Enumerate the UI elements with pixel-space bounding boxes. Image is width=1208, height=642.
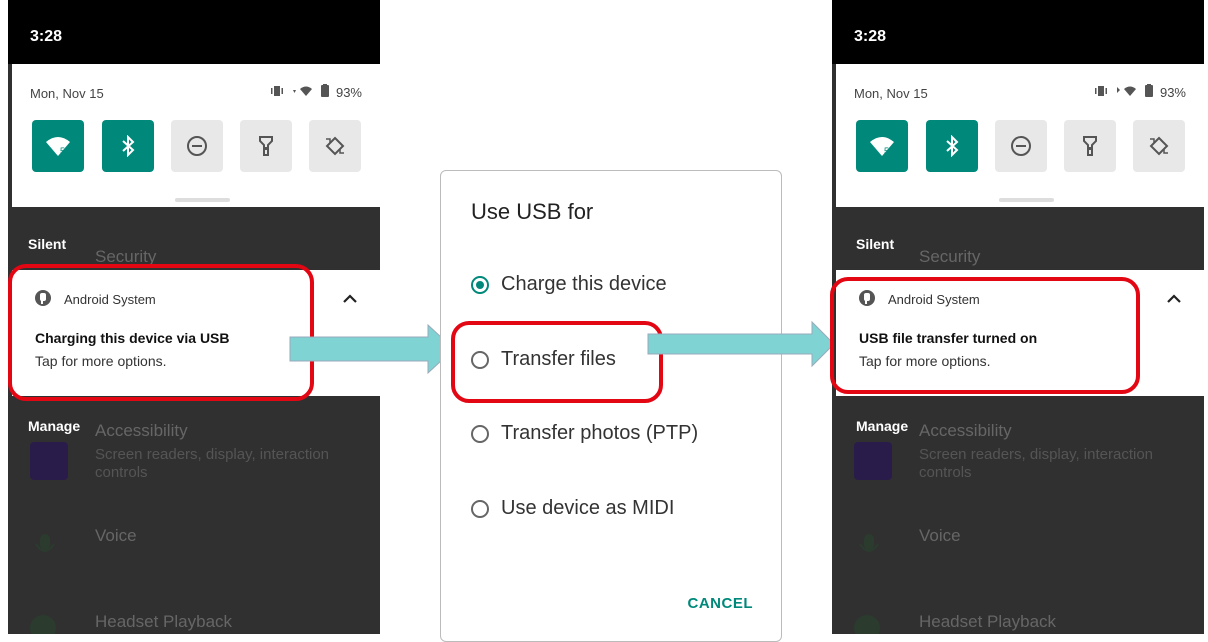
vibrate-icon (1094, 85, 1108, 100)
drag-handle[interactable] (175, 198, 230, 202)
battery-icon (320, 84, 330, 101)
behind-item-accessibility-desc: Screen readers, display, interaction (919, 446, 1154, 463)
quick-settings-panel: Mon, Nov 15 93% 5 (12, 64, 380, 207)
date-label: Mon, Nov 15 (30, 86, 104, 101)
drag-handle[interactable] (999, 198, 1054, 202)
bluetooth-icon (946, 135, 959, 157)
date-label: Mon, Nov 15 (854, 86, 928, 101)
do-not-disturb-tile[interactable] (171, 120, 223, 172)
do-not-disturb-icon (1011, 136, 1031, 156)
section-manage-label: Manage (28, 418, 81, 434)
section-silent-label: Silent (28, 236, 67, 252)
chevron-up-icon[interactable] (1166, 290, 1182, 308)
option-label: Charge this device (501, 273, 667, 295)
option-label: Transfer photos (PTP) (501, 422, 699, 444)
behind-item-accessibility-desc: Screen readers, display, interaction (95, 446, 330, 463)
arrow-right-icon (647, 320, 835, 368)
flashlight-tile[interactable] (240, 120, 292, 172)
quick-settings-panel: Mon, Nov 15 93% 5 (836, 64, 1204, 207)
vibrate-icon (270, 85, 284, 100)
status-icons: 93% (270, 84, 362, 101)
option-transfer-photos[interactable]: Transfer photos (PTP) (471, 422, 698, 445)
bluetooth-icon (122, 135, 135, 157)
highlight-box-left (8, 264, 314, 401)
flashlight-icon (259, 136, 273, 156)
wifi-icon: 5 (870, 137, 894, 156)
auto-rotate-tile[interactable] (309, 120, 361, 172)
section-manage-label: Manage (856, 418, 909, 434)
accessibility-icon (30, 442, 68, 480)
headset-icon (30, 615, 56, 634)
dialog-title: Use USB for (471, 199, 594, 224)
behind-item-accessibility: Accessibility (95, 421, 188, 440)
clock: 3:28 (854, 28, 887, 45)
behind-item-accessibility-desc2: controls (919, 464, 972, 481)
svg-text:5: 5 (884, 146, 889, 156)
battery-percent: 93% (335, 85, 362, 100)
behind-item-headset-playback: Headset Playback (919, 612, 1057, 631)
bluetooth-tile[interactable] (102, 120, 154, 172)
battery-percent: 93% (1159, 85, 1186, 100)
bluetooth-tile[interactable] (926, 120, 978, 172)
behind-item-security: Security (919, 247, 981, 266)
behind-item-voice: Voice (919, 526, 961, 545)
battery-icon (1144, 84, 1154, 101)
option-use-as-midi[interactable]: Use device as MIDI (471, 497, 674, 520)
wifi-icon (1114, 85, 1138, 100)
behind-item-accessibility-desc2: controls (95, 464, 148, 481)
option-label: Use device as MIDI (501, 497, 675, 519)
clock: 3:28 (30, 28, 63, 45)
radio-unselected-icon[interactable] (471, 499, 489, 518)
auto-rotate-tile[interactable] (1133, 120, 1185, 172)
radio-unselected-icon[interactable] (471, 424, 489, 443)
do-not-disturb-icon (187, 136, 207, 156)
status-icons: 93% (1094, 84, 1186, 101)
flashlight-tile[interactable] (1064, 120, 1116, 172)
status-bar: 3:28 (8, 0, 380, 64)
wifi-tile[interactable]: 5 (32, 120, 84, 172)
section-silent-label: Silent (856, 236, 895, 252)
flashlight-icon (1083, 136, 1097, 156)
cancel-button[interactable]: CANCEL (688, 595, 754, 612)
wifi-icon (290, 85, 314, 100)
microphone-icon (854, 530, 884, 565)
usb-mode-dialog: Use USB for Charge this device Transfer … (440, 170, 782, 642)
behind-item-headset-playback: Headset Playback (95, 612, 233, 631)
auto-rotate-icon (1149, 136, 1169, 156)
svg-text:5: 5 (60, 146, 65, 156)
auto-rotate-icon (325, 136, 345, 156)
highlight-box-transfer-files (451, 321, 663, 403)
option-charge-this-device[interactable]: Charge this device (471, 273, 667, 296)
status-bar: 3:28 (832, 0, 1204, 64)
accessibility-icon (854, 442, 892, 480)
wifi-tile[interactable]: 5 (856, 120, 908, 172)
microphone-icon (30, 530, 60, 565)
chevron-up-icon[interactable] (342, 290, 358, 308)
headset-icon (854, 615, 880, 634)
arrow-right-icon (289, 323, 455, 375)
wifi-icon: 5 (46, 137, 70, 156)
behind-item-voice: Voice (95, 526, 137, 545)
radio-selected-icon[interactable] (471, 275, 489, 294)
highlight-box-right (830, 277, 1140, 394)
do-not-disturb-tile[interactable] (995, 120, 1047, 172)
behind-item-accessibility: Accessibility (919, 421, 1012, 440)
